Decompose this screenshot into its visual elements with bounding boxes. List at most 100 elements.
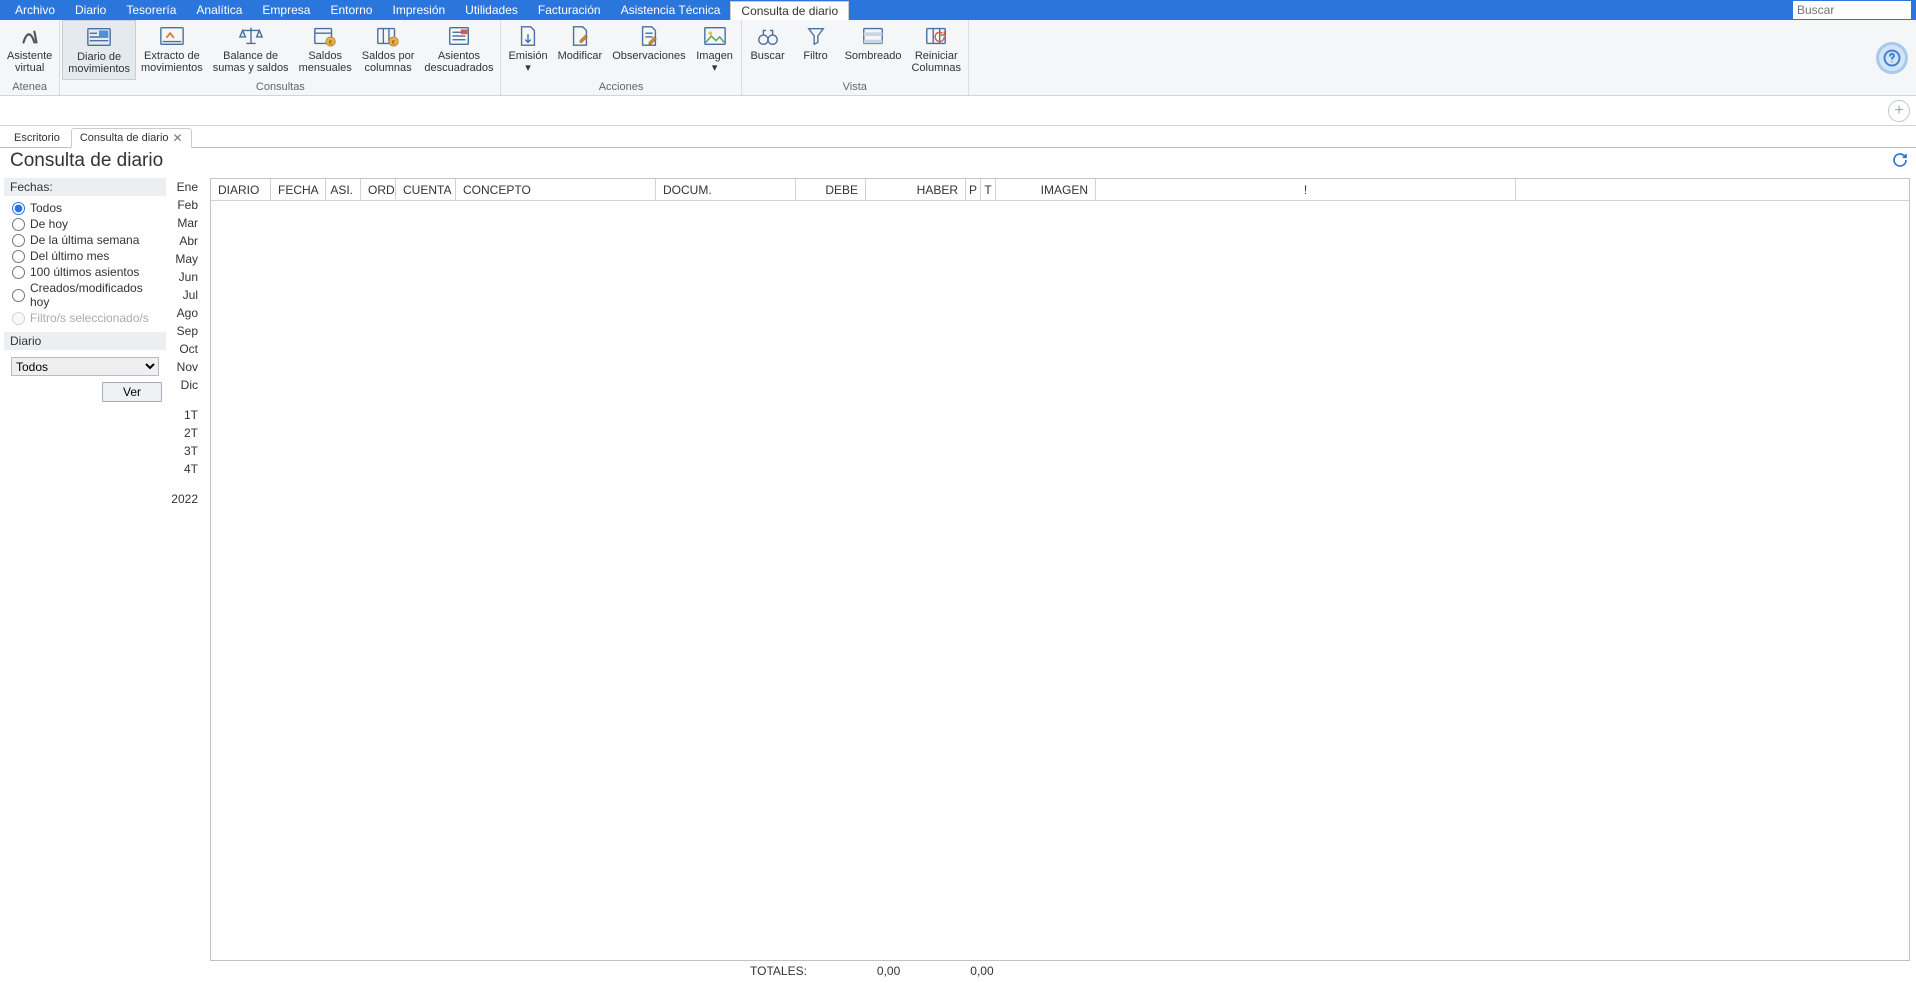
refresh-icon[interactable]: [1892, 152, 1908, 171]
month-sep[interactable]: Sep: [170, 322, 202, 340]
grid-area: DIARIOFECHAASI.ORD.CUENTACONCEPTODOCUM.D…: [210, 178, 1910, 981]
modificar-button[interactable]: Modificar: [553, 20, 608, 80]
filtro-label: Filtro: [803, 50, 827, 62]
fechas-radio-input-5[interactable]: [12, 289, 25, 302]
fechas-radio-5[interactable]: Creados/modificados hoy: [4, 280, 166, 310]
menu-item-impresión[interactable]: Impresión: [382, 1, 455, 20]
reset-cols-icon: [922, 23, 950, 49]
tab-label: Consulta de diario: [80, 132, 169, 144]
ribbon-group-atenea: AsistentevirtualAtenea: [0, 20, 60, 95]
grid-col-asi[interactable]: ASI.: [326, 179, 361, 200]
grid-col-cuenta[interactable]: CUENTA: [396, 179, 456, 200]
grid-col-[interactable]: !: [1096, 179, 1516, 200]
help-icon[interactable]: [1876, 42, 1908, 74]
grid-col-t[interactable]: T: [981, 179, 996, 200]
data-grid[interactable]: DIARIOFECHAASI.ORD.CUENTACONCEPTODOCUM.D…: [210, 178, 1910, 961]
menu-item-archivo[interactable]: Archivo: [5, 1, 65, 20]
month-feb[interactable]: Feb: [170, 196, 202, 214]
menu-item-facturación[interactable]: Facturación: [528, 1, 611, 20]
saldos-por-columnas-button[interactable]: € Saldos porcolumnas: [357, 20, 420, 80]
close-icon[interactable]: ✕: [173, 131, 183, 145]
fechas-radio-input-2[interactable]: [12, 234, 25, 247]
menu-item-entorno[interactable]: Entorno: [320, 1, 382, 20]
fechas-radio-3[interactable]: Del último mes: [4, 248, 166, 264]
sombreado-button[interactable]: Sombreado: [840, 20, 907, 80]
quarter-3t[interactable]: 3T: [170, 442, 202, 460]
menu-search-container: [1793, 1, 1911, 19]
filtro-button[interactable]: Filtro: [792, 20, 840, 80]
saldos-mensuales-button[interactable]: €Saldosmensuales: [294, 20, 357, 80]
year-item[interactable]: 2022: [170, 490, 202, 508]
balance-sumas-saldos-button[interactable]: Balance desumas y saldos: [208, 20, 294, 80]
fechas-radio-input-4[interactable]: [12, 266, 25, 279]
saldos-por-columnas-label: Saldos porcolumnas: [362, 50, 415, 74]
grid-col-docum[interactable]: DOCUM.: [656, 179, 796, 200]
sombreado-label: Sombreado: [845, 50, 902, 62]
quarter-4t[interactable]: 4T: [170, 460, 202, 478]
grid-header-row: DIARIOFECHAASI.ORD.CUENTACONCEPTODOCUM.D…: [211, 179, 1909, 201]
month-may[interactable]: May: [170, 250, 202, 268]
menu-item-analítica[interactable]: Analítica: [186, 1, 252, 20]
asientos-descuadrados-label: Asientosdescuadrados: [424, 50, 493, 74]
fechas-radio-input-3[interactable]: [12, 250, 25, 263]
grid-col-imagen[interactable]: IMAGEN: [996, 179, 1096, 200]
imagen-button[interactable]: Imagen▾: [691, 20, 739, 80]
emision-button[interactable]: Emisión▾: [503, 20, 552, 80]
ribbon-group-label: Acciones: [503, 80, 738, 95]
month-dic[interactable]: Dic: [170, 376, 202, 394]
grid-col-fecha[interactable]: FECHA: [271, 179, 326, 200]
month-abr[interactable]: Abr: [170, 232, 202, 250]
month-jun[interactable]: Jun: [170, 268, 202, 286]
buscar-button[interactable]: Buscar: [744, 20, 792, 80]
grid-col-ord[interactable]: ORD.: [361, 179, 396, 200]
diario-select[interactable]: Todos: [11, 357, 159, 376]
reiniciar-columnas-label: ReiniciarColumnas: [911, 50, 961, 74]
emision-label: Emisión▾: [508, 50, 547, 74]
asistente-virtual-button[interactable]: Asistentevirtual: [2, 20, 57, 80]
diario-movimientos-button[interactable]: Diario demovimientos: [62, 20, 136, 80]
ribbon-group-acciones: Emisión▾ModificarObservacionesImagen▾ Acc…: [501, 20, 741, 95]
tab-consulta-de-diario[interactable]: Consulta de diario ✕: [71, 128, 192, 148]
grid-col-haber[interactable]: HABER: [866, 179, 966, 200]
month-ene[interactable]: Ene: [170, 178, 202, 196]
svg-text:€: €: [392, 39, 396, 46]
totals-row: TOTALES: 0,00 0,00: [210, 961, 1910, 981]
quarter-2t[interactable]: 2T: [170, 424, 202, 442]
menu-item-tesorería[interactable]: Tesorería: [116, 1, 186, 20]
fechas-radio-0[interactable]: Todos: [4, 200, 166, 216]
month-mar[interactable]: Mar: [170, 214, 202, 232]
menu-item-consulta-de-diario[interactable]: Consulta de diario: [730, 1, 849, 20]
fechas-radio-label-0: Todos: [30, 201, 62, 215]
menu-item-empresa[interactable]: Empresa: [252, 1, 320, 20]
reiniciar-columnas-button[interactable]: ReiniciarColumnas: [906, 20, 966, 80]
fechas-radio-6: Filtro/s seleccionado/s: [4, 310, 166, 326]
tab-escritorio[interactable]: Escritorio: [5, 128, 69, 148]
month-nov[interactable]: Nov: [170, 358, 202, 376]
imagen-label: Imagen▾: [696, 50, 733, 74]
grid-col-diario[interactable]: DIARIO: [211, 179, 271, 200]
observaciones-button[interactable]: Observaciones: [607, 20, 690, 80]
filter-panel: Fechas: TodosDe hoyDe la última semanaDe…: [0, 176, 170, 981]
grid-col-concepto[interactable]: CONCEPTO: [456, 179, 656, 200]
fechas-radio-input-1[interactable]: [12, 218, 25, 231]
month-ago[interactable]: Ago: [170, 304, 202, 322]
fechas-radio-1[interactable]: De hoy: [4, 216, 166, 232]
menu-item-utilidades[interactable]: Utilidades: [455, 1, 528, 20]
add-tab-button[interactable]: +: [1888, 100, 1910, 122]
fechas-radio-4[interactable]: 100 últimos asientos: [4, 264, 166, 280]
content-area: Fechas: TodosDe hoyDe la última semanaDe…: [0, 176, 1916, 981]
quarter-1t[interactable]: 1T: [170, 406, 202, 424]
search-input[interactable]: [1793, 1, 1911, 19]
menu-item-asistencia-técnica[interactable]: Asistencia Técnica: [611, 1, 731, 20]
month-jul[interactable]: Jul: [170, 286, 202, 304]
extracto-movimientos-button[interactable]: Extracto demovimientos: [136, 20, 208, 80]
grid-col-debe[interactable]: DEBE: [796, 179, 866, 200]
ribbon-group-vista: BuscarFiltroSombreadoReiniciarColumnasVi…: [742, 20, 969, 95]
ver-button[interactable]: Ver: [102, 382, 162, 402]
fechas-radio-input-0[interactable]: [12, 202, 25, 215]
fechas-radio-2[interactable]: De la última semana: [4, 232, 166, 248]
menu-item-diario[interactable]: Diario: [65, 1, 116, 20]
month-oct[interactable]: Oct: [170, 340, 202, 358]
asientos-descuadrados-button[interactable]: Asientosdescuadrados: [419, 20, 498, 80]
grid-col-p[interactable]: P: [966, 179, 981, 200]
